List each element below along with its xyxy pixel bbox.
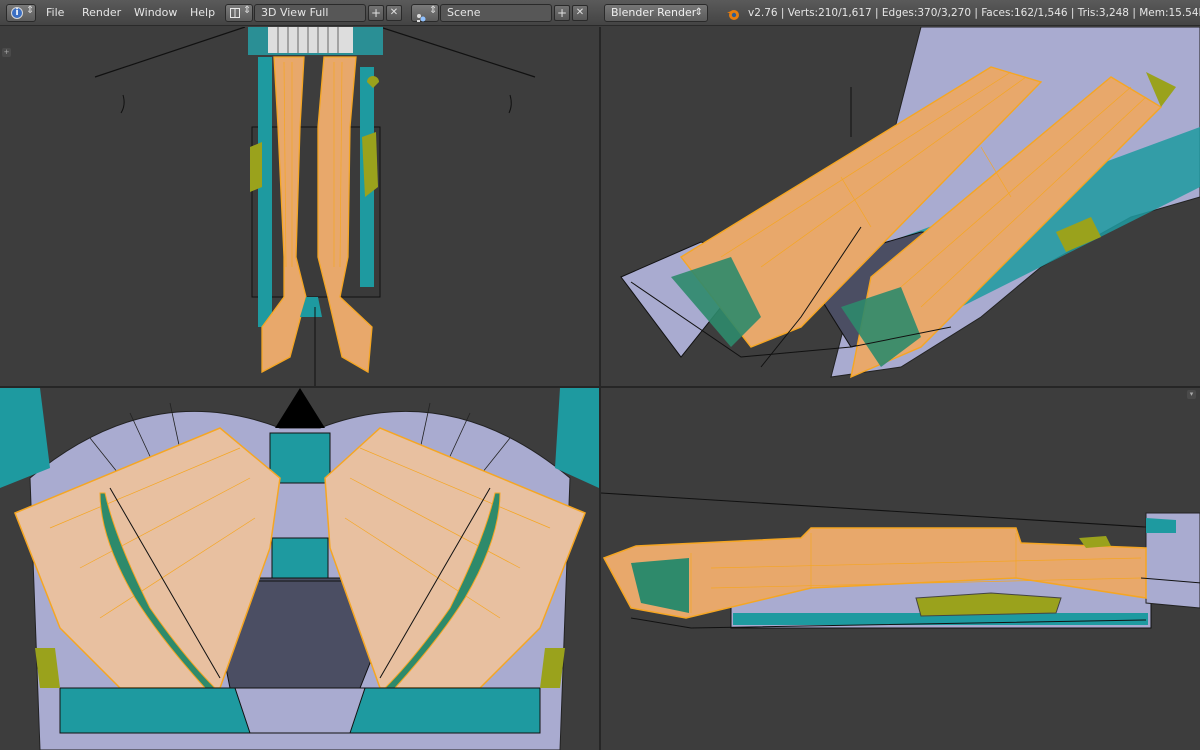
viewport-bottom-left-canvas[interactable]: [0, 388, 599, 750]
add-scene-button[interactable]: +: [554, 5, 570, 21]
viewport-top-left-canvas[interactable]: [0, 27, 599, 386]
viewport-corner-chevron-icon[interactable]: ▾: [1187, 390, 1196, 399]
menu-file[interactable]: File: [46, 0, 64, 26]
viewport-top-right[interactable]: [601, 27, 1200, 386]
layout-grid-icon: [230, 8, 240, 18]
viewport-bottom-right-canvas[interactable]: [601, 388, 1200, 750]
viewport-top-left[interactable]: [0, 27, 599, 386]
updown-arrows-icon: ⇕: [694, 7, 703, 18]
updown-arrows-icon: ⇕: [429, 5, 438, 16]
scene-statistics: v2.76 | Verts:210/1,617 | Edges:370/3,27…: [748, 7, 1200, 19]
viewport-corner-plus-icon[interactable]: +: [2, 48, 11, 57]
viewport-top-right-canvas[interactable]: [601, 27, 1200, 386]
top-header-bar: i ⇕ File Render Window Help ⇕ 3D View Fu…: [0, 0, 1200, 26]
menu-help[interactable]: Help: [190, 0, 215, 26]
horizontal-area-divider[interactable]: [0, 386, 1200, 388]
blender-logo-icon: [726, 6, 740, 20]
info-icon: i: [11, 7, 23, 19]
updown-arrows-icon: ⇕: [243, 5, 252, 16]
vertical-area-divider[interactable]: [599, 27, 601, 750]
updown-arrows-icon: ⇕: [26, 5, 35, 16]
screen-layout-name-field[interactable]: 3D View Full: [254, 4, 366, 22]
scene-browse-button[interactable]: ⇕: [411, 4, 439, 22]
editor-type-selector[interactable]: i ⇕: [6, 4, 36, 22]
scene-icon: [416, 8, 426, 22]
screen-layout-browse-button[interactable]: ⇕: [225, 4, 253, 22]
render-engine-label: Blender Render: [611, 6, 697, 19]
menu-render[interactable]: Render: [82, 0, 121, 26]
render-engine-dropdown[interactable]: Blender Render ⇕: [604, 4, 708, 22]
menu-window[interactable]: Window: [134, 0, 177, 26]
delete-screen-layout-button[interactable]: ✕: [386, 5, 402, 21]
delete-scene-button[interactable]: ✕: [572, 5, 588, 21]
add-screen-layout-button[interactable]: +: [368, 5, 384, 21]
viewport-bottom-right[interactable]: ▾: [601, 388, 1200, 750]
scene-name-field[interactable]: Scene: [440, 4, 552, 22]
viewport-bottom-left[interactable]: [0, 388, 599, 750]
